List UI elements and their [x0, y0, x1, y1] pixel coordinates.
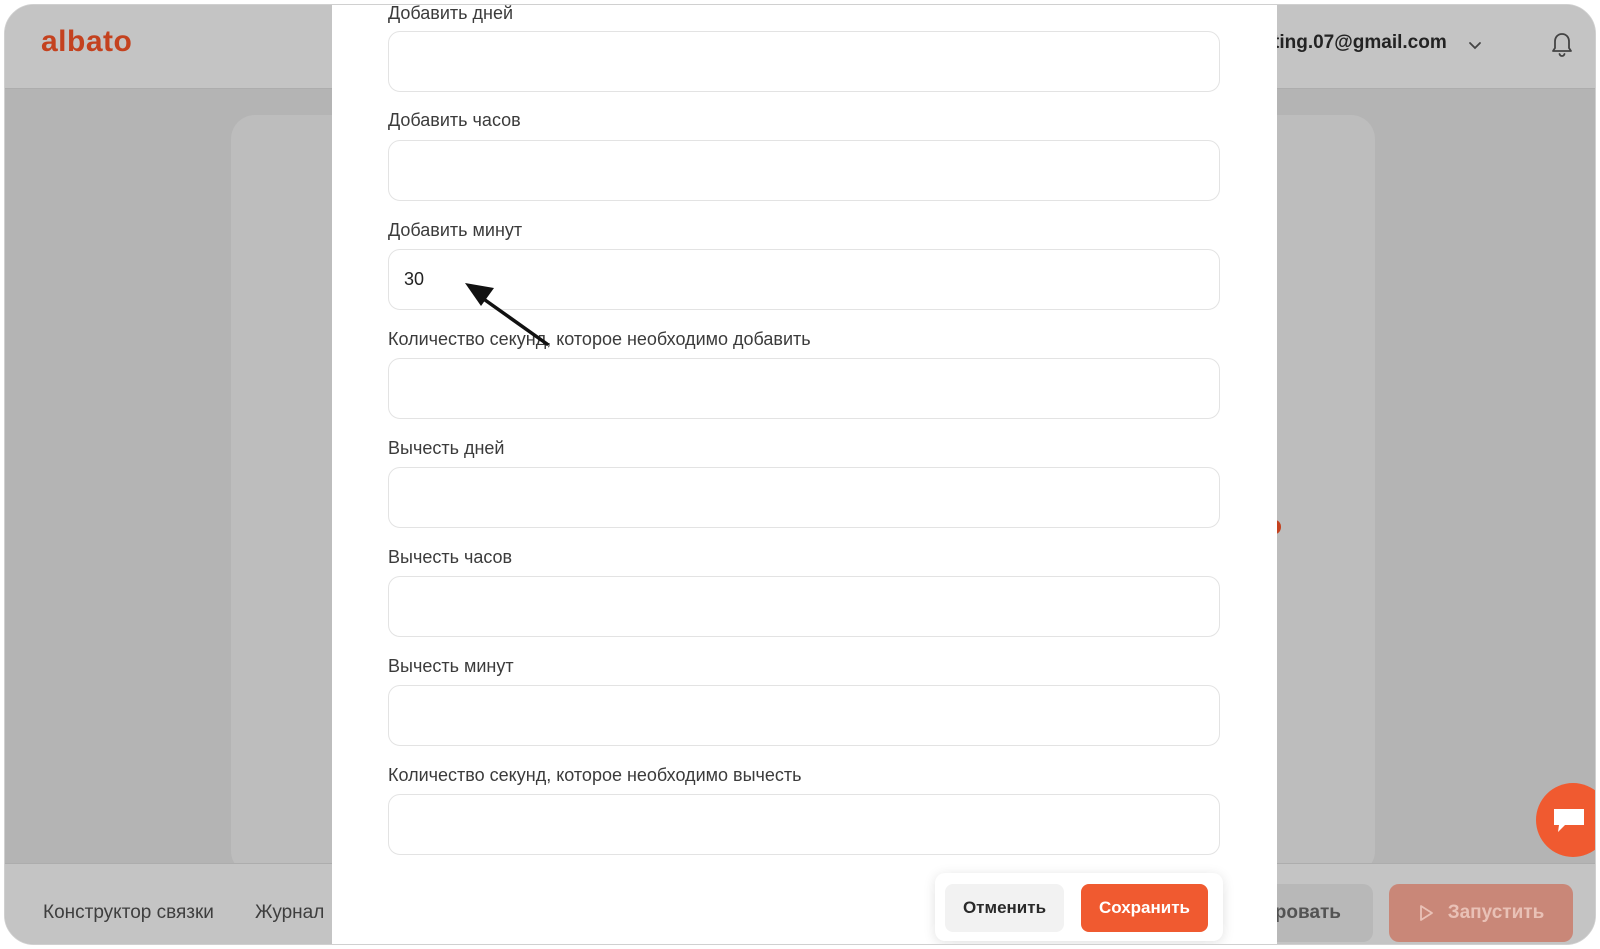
nav-constructor[interactable]: Конструктор связки	[43, 902, 214, 924]
test-button-label: ровать	[1274, 902, 1341, 923]
chevron-down-icon[interactable]	[1467, 37, 1483, 53]
subtract-hours-input[interactable]	[388, 576, 1220, 637]
field-label-add-minutes: Добавить минут	[388, 220, 523, 240]
field-label-add-days: Добавить дней	[388, 4, 514, 23]
subtract-seconds-input[interactable]	[388, 794, 1220, 855]
add-days-input[interactable]	[388, 31, 1220, 92]
field-label-add-seconds: Количество секунд, которое необходимо до…	[388, 329, 811, 349]
field-label-subtract-minutes: Вычесть минут	[388, 656, 514, 676]
app-window: albato ting.07@gmail.com Конструктор свя…	[4, 4, 1596, 945]
save-button[interactable]: Сохранить	[1081, 884, 1208, 932]
field-label-subtract-seconds: Количество секунд, которое необходимо вы…	[388, 765, 802, 785]
add-hours-input[interactable]	[388, 140, 1220, 201]
chat-button[interactable]	[1536, 783, 1595, 857]
field-label-add-hours: Добавить часов	[388, 110, 521, 130]
launch-button[interactable]: Запустить	[1389, 884, 1573, 942]
field-label-subtract-days: Вычесть дней	[388, 438, 505, 458]
launch-button-label: Запустить	[1447, 902, 1545, 923]
subtract-days-input[interactable]	[388, 467, 1220, 528]
play-icon	[1419, 905, 1433, 921]
user-email[interactable]: ting.07@gmail.com	[1273, 32, 1447, 54]
subtract-minutes-input[interactable]	[388, 685, 1220, 746]
add-seconds-input[interactable]	[388, 358, 1220, 419]
modal-dialog: Добавить дней Добавить часов Добавить ми…	[332, 4, 1277, 944]
field-label-subtract-hours: Вычесть часов	[388, 547, 513, 567]
nav-journal[interactable]: Журнал	[255, 902, 324, 924]
albato-logo[interactable]: albato	[41, 25, 132, 59]
add-minutes-input[interactable]	[388, 249, 1220, 310]
cancel-button[interactable]: Отменить	[945, 884, 1064, 932]
modal-footer: Отменить Сохранить	[935, 873, 1223, 941]
bell-icon[interactable]	[1550, 31, 1574, 59]
chat-icon	[1554, 809, 1584, 832]
